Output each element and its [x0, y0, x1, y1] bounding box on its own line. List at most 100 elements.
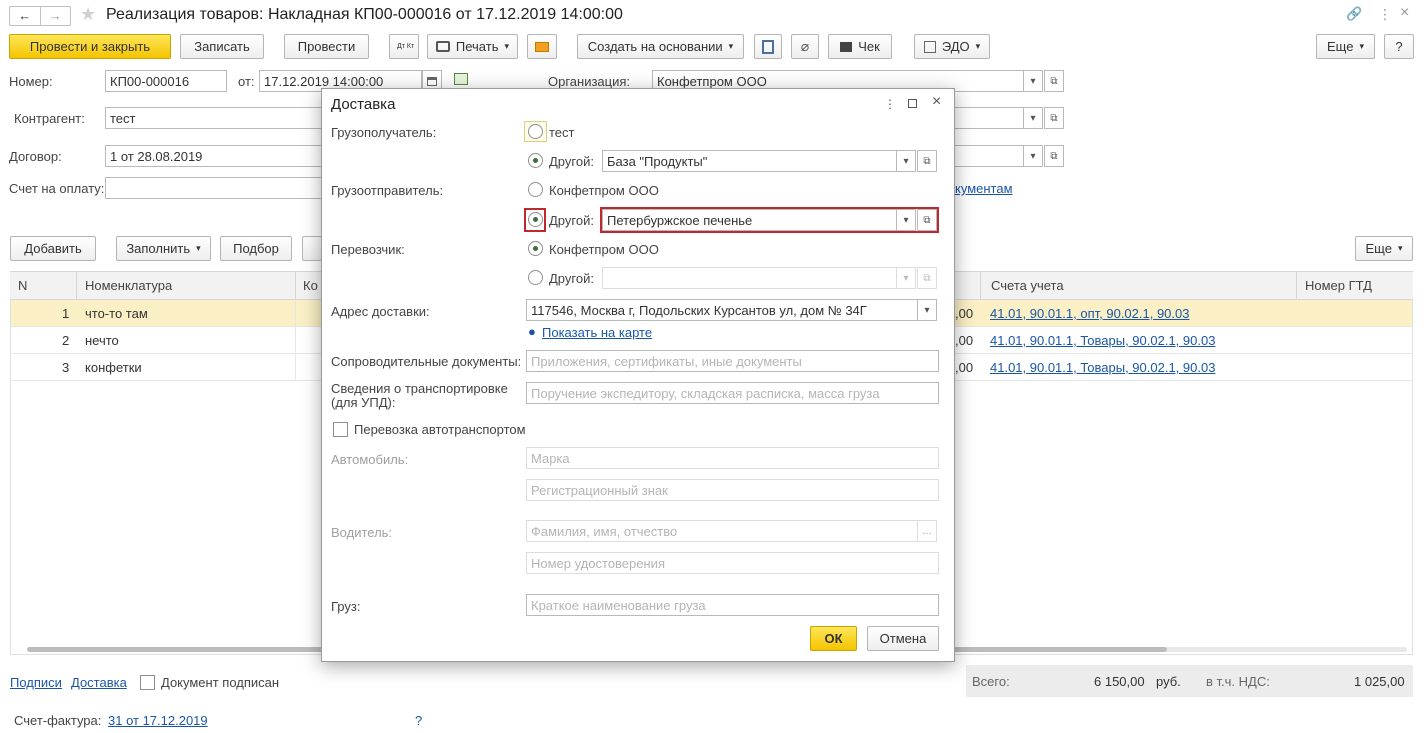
contractor-field-right[interactable] — [952, 107, 1024, 129]
address-dropdown-button[interactable]: ▾ — [917, 299, 937, 321]
consignee-open-button[interactable]: ⧉ — [917, 150, 937, 172]
link-icon[interactable]: 🔗 — [1346, 6, 1362, 22]
help-button[interactable]: ? — [1384, 34, 1414, 59]
contractor-open-button[interactable]: ⧉ — [1044, 107, 1064, 129]
back-button[interactable]: ← — [10, 7, 41, 25]
edo-button[interactable]: ЭДО ▾ — [914, 34, 990, 59]
number-label: Номер: — [9, 74, 53, 89]
number-field[interactable]: КП00-000016 — [105, 70, 227, 92]
cargo-label: Груз: — [331, 599, 361, 614]
cancel-button[interactable]: Отмена — [867, 626, 939, 651]
window-close-icon[interactable]: × — [1400, 4, 1409, 22]
dtkt-button[interactable]: Дт Кт — [389, 34, 419, 59]
driver-select-button[interactable]: … — [917, 520, 937, 542]
fill-button[interactable]: Заполнить ▾ — [116, 236, 211, 261]
favorite-star-icon[interactable]: ★ — [80, 4, 96, 25]
signatures-link[interactable]: Подписи — [10, 675, 62, 690]
carrier-other-field[interactable] — [602, 267, 897, 289]
consignee-other-field[interactable]: База "Продукты" — [602, 150, 897, 172]
chevron-down-icon: ▾ — [1030, 150, 1036, 162]
chevron-down-icon: ▾ — [1397, 243, 1403, 253]
nav-back-forward: ← → — [9, 6, 71, 26]
forward-button[interactable]: → — [41, 7, 71, 25]
col-divider — [76, 272, 77, 300]
check-button[interactable]: Чек — [828, 34, 892, 59]
address-field[interactable]: 117546, Москва г, Подольских Курсантов у… — [526, 299, 918, 321]
org-open-button[interactable]: ⧉ — [1044, 70, 1064, 92]
post-and-close-button[interactable]: Провести и закрыть — [9, 34, 171, 59]
driver-label: Водитель: — [331, 525, 393, 540]
driver-license-input[interactable]: Номер удостоверения — [526, 552, 939, 574]
structure-icon — [762, 39, 774, 54]
carrier-option-org-radio[interactable] — [528, 241, 543, 256]
post-button[interactable]: Провести — [284, 34, 369, 59]
shipper-option-org-radio[interactable] — [528, 182, 543, 197]
org-dropdown-button[interactable]: ▾ — [1023, 70, 1043, 92]
add-button[interactable]: Добавить — [10, 236, 96, 261]
auto-transport-checkbox[interactable] — [333, 422, 348, 437]
dialog-more-icon[interactable]: ⋮ — [884, 97, 896, 111]
invoice-label: Счет на оплату: — [9, 181, 105, 196]
totals-panel: Всего: 6 150,00 руб. в т.ч. НДС: 1 025,0… — [966, 665, 1413, 697]
ellipsis-icon: … — [922, 525, 932, 537]
document-signed-checkbox[interactable] — [140, 675, 155, 690]
cargo-input[interactable]: Краткое наименование груза — [526, 594, 939, 616]
open-icon: ⧉ — [1050, 75, 1058, 87]
carrier-open-button[interactable]: ⧉ — [917, 267, 937, 289]
delivery-link[interactable]: Доставка — [71, 675, 127, 690]
consignee-dropdown-button[interactable]: ▾ — [896, 150, 916, 172]
ok-button[interactable]: ОК — [810, 626, 857, 651]
col-gtd[interactable]: Номер ГТД — [1305, 278, 1372, 293]
open-icon: ⧉ — [923, 272, 931, 284]
consignee-option-other-radio[interactable] — [528, 153, 543, 168]
envelope-icon — [535, 41, 549, 52]
open-icon: ⧉ — [1050, 112, 1058, 124]
col-divider — [295, 272, 296, 300]
contract-field[interactable]: 1 от 28.08.2019 — [105, 145, 325, 167]
open-icon: ⧉ — [1050, 150, 1058, 162]
check-label: Чек — [858, 39, 880, 54]
more-button[interactable]: Еще ▾ — [1316, 34, 1375, 59]
email-button[interactable] — [527, 34, 557, 59]
structure-button[interactable] — [754, 34, 782, 59]
col-nomenclature[interactable]: Номенклатура — [85, 278, 172, 293]
col-n[interactable]: N — [18, 278, 27, 293]
table-more-button[interactable]: Еще ▾ — [1355, 236, 1413, 261]
invoice-footer-link[interactable]: 31 от 17.12.2019 — [108, 713, 208, 728]
contract-field-right[interactable] — [952, 145, 1024, 167]
consignee-option-test-radio[interactable] — [528, 124, 543, 139]
dialog-maximize-icon[interactable] — [908, 99, 917, 108]
consignee-option-test-label: тест — [549, 125, 575, 140]
table-extra-button[interactable] — [302, 236, 322, 261]
create-basis-button[interactable]: Создать на основании ▾ — [577, 34, 744, 59]
col-accounts[interactable]: Счета учета — [991, 278, 1064, 293]
table-column-line — [295, 300, 296, 381]
footer-help-icon[interactable]: ? — [415, 713, 422, 728]
car-label: Автомобиль: — [331, 452, 409, 467]
car-registration-input[interactable]: Регистрационный знак — [526, 479, 939, 501]
contract-dropdown-button[interactable]: ▾ — [1023, 145, 1043, 167]
documents-link[interactable]: кументам — [955, 181, 1013, 196]
contractor-dropdown-button[interactable]: ▾ — [1023, 107, 1043, 129]
contract-open-button[interactable]: ⧉ — [1044, 145, 1064, 167]
receipt-icon — [840, 41, 853, 52]
shipper-label: Грузоотправитель: — [331, 183, 444, 198]
accompanying-docs-input[interactable]: Приложения, сертификаты, иные документы — [526, 350, 939, 372]
carrier-dropdown-button[interactable]: ▾ — [896, 267, 916, 289]
dialog-close-icon[interactable]: × — [932, 93, 941, 111]
window-more-icon[interactable]: ⋮ — [1378, 6, 1392, 23]
save-button[interactable]: Записать — [180, 34, 264, 59]
print-button[interactable]: Печать ▾ — [427, 34, 518, 59]
shipper-option-org-label: Конфетпром ООО — [549, 183, 659, 198]
car-brand-input[interactable]: Марка — [526, 447, 939, 469]
shipper-option-other-radio[interactable] — [528, 212, 543, 227]
carrier-option-other-radio[interactable] — [528, 270, 543, 285]
transport-info-input[interactable]: Поручение экспедитору, складская расписк… — [526, 382, 939, 404]
select-button[interactable]: Подбор — [220, 236, 292, 261]
invoice-field[interactable] — [105, 177, 325, 199]
driver-name-input[interactable]: Фамилия, имя, отчество — [526, 520, 918, 542]
show-on-map-link[interactable]: Показать на карте — [542, 325, 652, 340]
contractor-field[interactable]: тест — [105, 107, 325, 129]
col-qty[interactable]: Ко — [303, 278, 318, 293]
attach-button[interactable]: ⌀ — [791, 34, 819, 59]
